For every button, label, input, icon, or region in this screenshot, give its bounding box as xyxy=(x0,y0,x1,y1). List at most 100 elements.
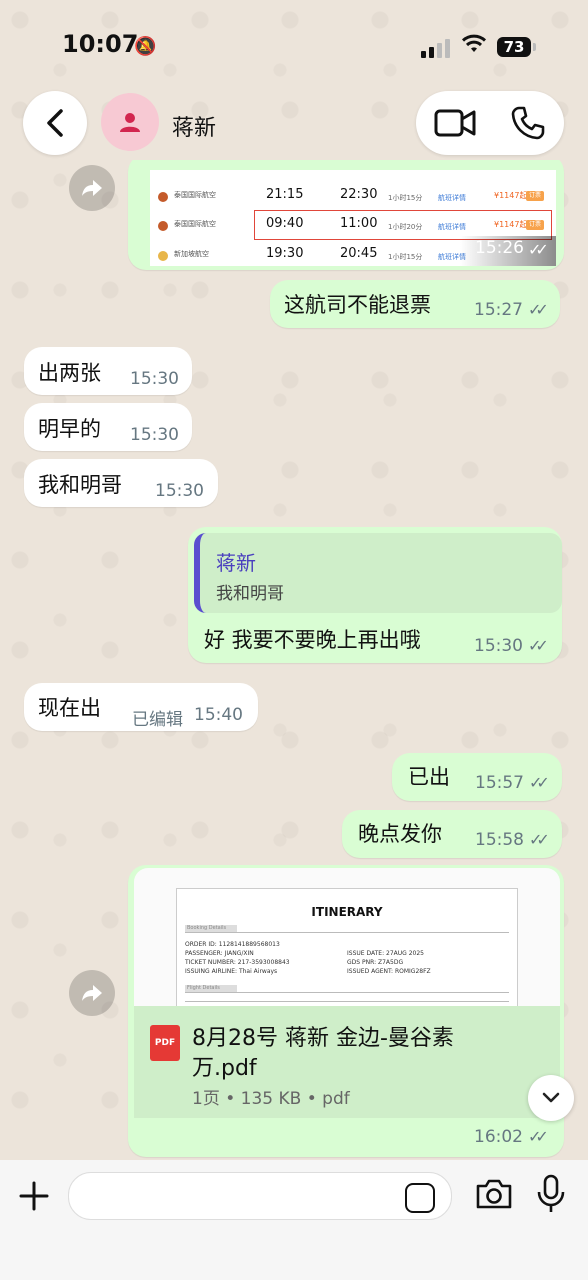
camera-icon[interactable] xyxy=(474,1178,514,1210)
divider xyxy=(185,992,509,993)
airline-name: 泰国国际航空 xyxy=(174,220,216,228)
airline-logo-icon xyxy=(158,221,168,231)
message-list[interactable]: 泰国国际航空 21:15 22:30 1小时15分 航班详情 ¥1147起 订票… xyxy=(0,160,588,1160)
quoted-reply[interactable]: 蒋新 我和明哥 xyxy=(194,533,562,613)
image-timestamp: 15:26 xyxy=(475,238,524,258)
arrival-time: 11:00 xyxy=(340,216,378,231)
read-receipt-icon: ✓✓ xyxy=(529,830,550,849)
document-info[interactable]: PDF 8月28号 蒋新 金边-曼谷素 万.pdf 1页 • 135 KB • … xyxy=(134,1006,560,1118)
read-receipt-icon: ✓✓ xyxy=(529,773,550,792)
message-time: 15:40 xyxy=(194,705,243,725)
cellular-signal-icon xyxy=(421,39,450,58)
message-bubble-outgoing[interactable]: 晚点发你 15:58 ✓✓ xyxy=(342,810,562,858)
section-heading: Flight Details xyxy=(185,985,237,992)
duration: 1小时20分 xyxy=(388,223,423,231)
duration: 1小时15分 xyxy=(388,194,423,202)
person-icon xyxy=(120,113,140,132)
document-meta: 1页 • 135 KB • pdf xyxy=(192,1089,350,1109)
edited-label: 已编辑 xyxy=(132,710,183,730)
departure-time: 21:15 xyxy=(266,187,304,202)
forward-button[interactable] xyxy=(69,165,115,211)
message-input[interactable] xyxy=(68,1172,452,1220)
wifi-icon xyxy=(461,34,487,52)
departure-time: 19:30 xyxy=(266,246,304,261)
airline-logo-icon xyxy=(158,192,168,202)
divider xyxy=(185,932,509,933)
chat-header: 蒋新 xyxy=(0,90,588,160)
arrival-time: 20:45 xyxy=(340,246,378,261)
message-composer xyxy=(0,1160,588,1280)
message-time: 16:02 xyxy=(474,1127,523,1147)
back-button[interactable] xyxy=(23,91,87,155)
message-bubble-incoming[interactable]: 现在出 已编辑 15:40 xyxy=(24,683,258,731)
message-bubble-incoming[interactable]: 出两张 15:30 xyxy=(24,347,192,395)
departure-time: 09:40 xyxy=(266,216,304,231)
message-time: 15:30 xyxy=(130,425,179,445)
pdf-page-thumbnail: ITINERARY Booking Details ORDER ID: 1128… xyxy=(176,888,518,1006)
ticket-number: TICKET NUMBER: 217-3593008843 xyxy=(185,959,290,966)
message-text: 好 我要不要晚上再出哦 xyxy=(204,628,421,652)
book-button: 订票 xyxy=(526,220,544,230)
microphone-icon[interactable] xyxy=(534,1174,568,1214)
passenger: PASSENGER: JIANG/XIN xyxy=(185,950,254,957)
price: ¥1147起 xyxy=(494,220,528,229)
call-actions xyxy=(416,91,564,155)
message-bubble-incoming[interactable]: 我和明哥 15:30 xyxy=(24,459,218,507)
gds-pnr: GDS PNR: Z7A5DG xyxy=(347,959,404,966)
airline-name: 泰国国际航空 xyxy=(174,191,216,199)
document-name: 8月28号 蒋新 金边-曼谷素 xyxy=(192,1026,454,1051)
section-heading: Booking Details xyxy=(185,925,237,932)
issuing-airline: ISSUING AIRLINE: Thai Airways xyxy=(185,968,278,975)
flight-screenshot: 泰国国际航空 21:15 22:30 1小时15分 航班详情 ¥1147起 订票… xyxy=(150,170,556,266)
forward-button[interactable] xyxy=(69,970,115,1016)
message-time: 15:57 xyxy=(475,773,524,793)
detail-link: 航班详情 xyxy=(438,194,466,202)
order-id: ORDER ID: 1128141889568013 xyxy=(185,941,280,948)
read-receipt-icon: ✓✓ xyxy=(528,300,549,319)
phone-call-icon[interactable] xyxy=(510,105,546,141)
message-text: 明早的 xyxy=(38,417,101,441)
issued-agent: ISSUED AGENT: ROMIG28FZ xyxy=(347,968,431,975)
message-text: 已出 xyxy=(408,765,450,789)
quoted-sender: 蒋新 xyxy=(216,551,256,575)
message-time: 15:30 xyxy=(130,369,179,389)
message-text: 现在出 xyxy=(38,696,101,720)
read-receipt-icon: ✓✓ xyxy=(528,636,549,655)
divider xyxy=(185,1001,509,1002)
message-bubble-outgoing[interactable]: 这航司不能退票 15:27 ✓✓ xyxy=(270,280,560,328)
pdf-file-icon: PDF xyxy=(150,1025,180,1061)
book-button: 订票 xyxy=(526,191,544,201)
document-name-continued: 万.pdf xyxy=(192,1056,257,1081)
message-time: 15:58 xyxy=(475,830,524,850)
forward-icon xyxy=(82,985,102,1001)
chevron-down-icon xyxy=(542,1092,560,1103)
read-receipt-icon: ✓✓ xyxy=(528,240,549,259)
price: ¥1147起 xyxy=(494,191,528,200)
scroll-to-bottom-button[interactable] xyxy=(528,1075,574,1121)
arrival-time: 22:30 xyxy=(340,187,378,202)
chevron-left-icon xyxy=(47,109,63,137)
message-text: 出两张 xyxy=(38,361,101,385)
airline-logo-icon xyxy=(158,251,168,261)
issue-date: ISSUE DATE: 27AUG 2025 xyxy=(347,950,424,957)
message-text: 我和明哥 xyxy=(38,473,122,497)
contact-name[interactable]: 蒋新 xyxy=(172,110,216,142)
itinerary-title: ITINERARY xyxy=(311,905,383,919)
message-time: 15:30 xyxy=(155,481,204,501)
message-text: 这航司不能退票 xyxy=(284,293,431,317)
message-bubble-outgoing[interactable]: 已出 15:57 ✓✓ xyxy=(392,753,562,801)
message-time: 15:27 xyxy=(474,300,523,320)
avatar[interactable] xyxy=(101,93,159,151)
status-bar: 10:07 🔕 73 xyxy=(0,0,588,90)
airline-name: 新加坡航空 xyxy=(174,250,209,258)
message-text: 晚点发你 xyxy=(358,822,442,846)
document-preview[interactable]: ITINERARY Booking Details ORDER ID: 1128… xyxy=(134,868,560,1006)
message-bubble-incoming[interactable]: 明早的 15:30 xyxy=(24,403,192,451)
quoted-text: 我和明哥 xyxy=(216,584,284,604)
attach-plus-icon[interactable] xyxy=(18,1180,50,1212)
sticker-icon[interactable] xyxy=(405,1183,435,1213)
battery-icon: 73 xyxy=(497,37,536,57)
video-call-icon[interactable] xyxy=(434,107,476,139)
message-time: 15:30 xyxy=(474,636,523,656)
forward-icon xyxy=(82,180,102,196)
